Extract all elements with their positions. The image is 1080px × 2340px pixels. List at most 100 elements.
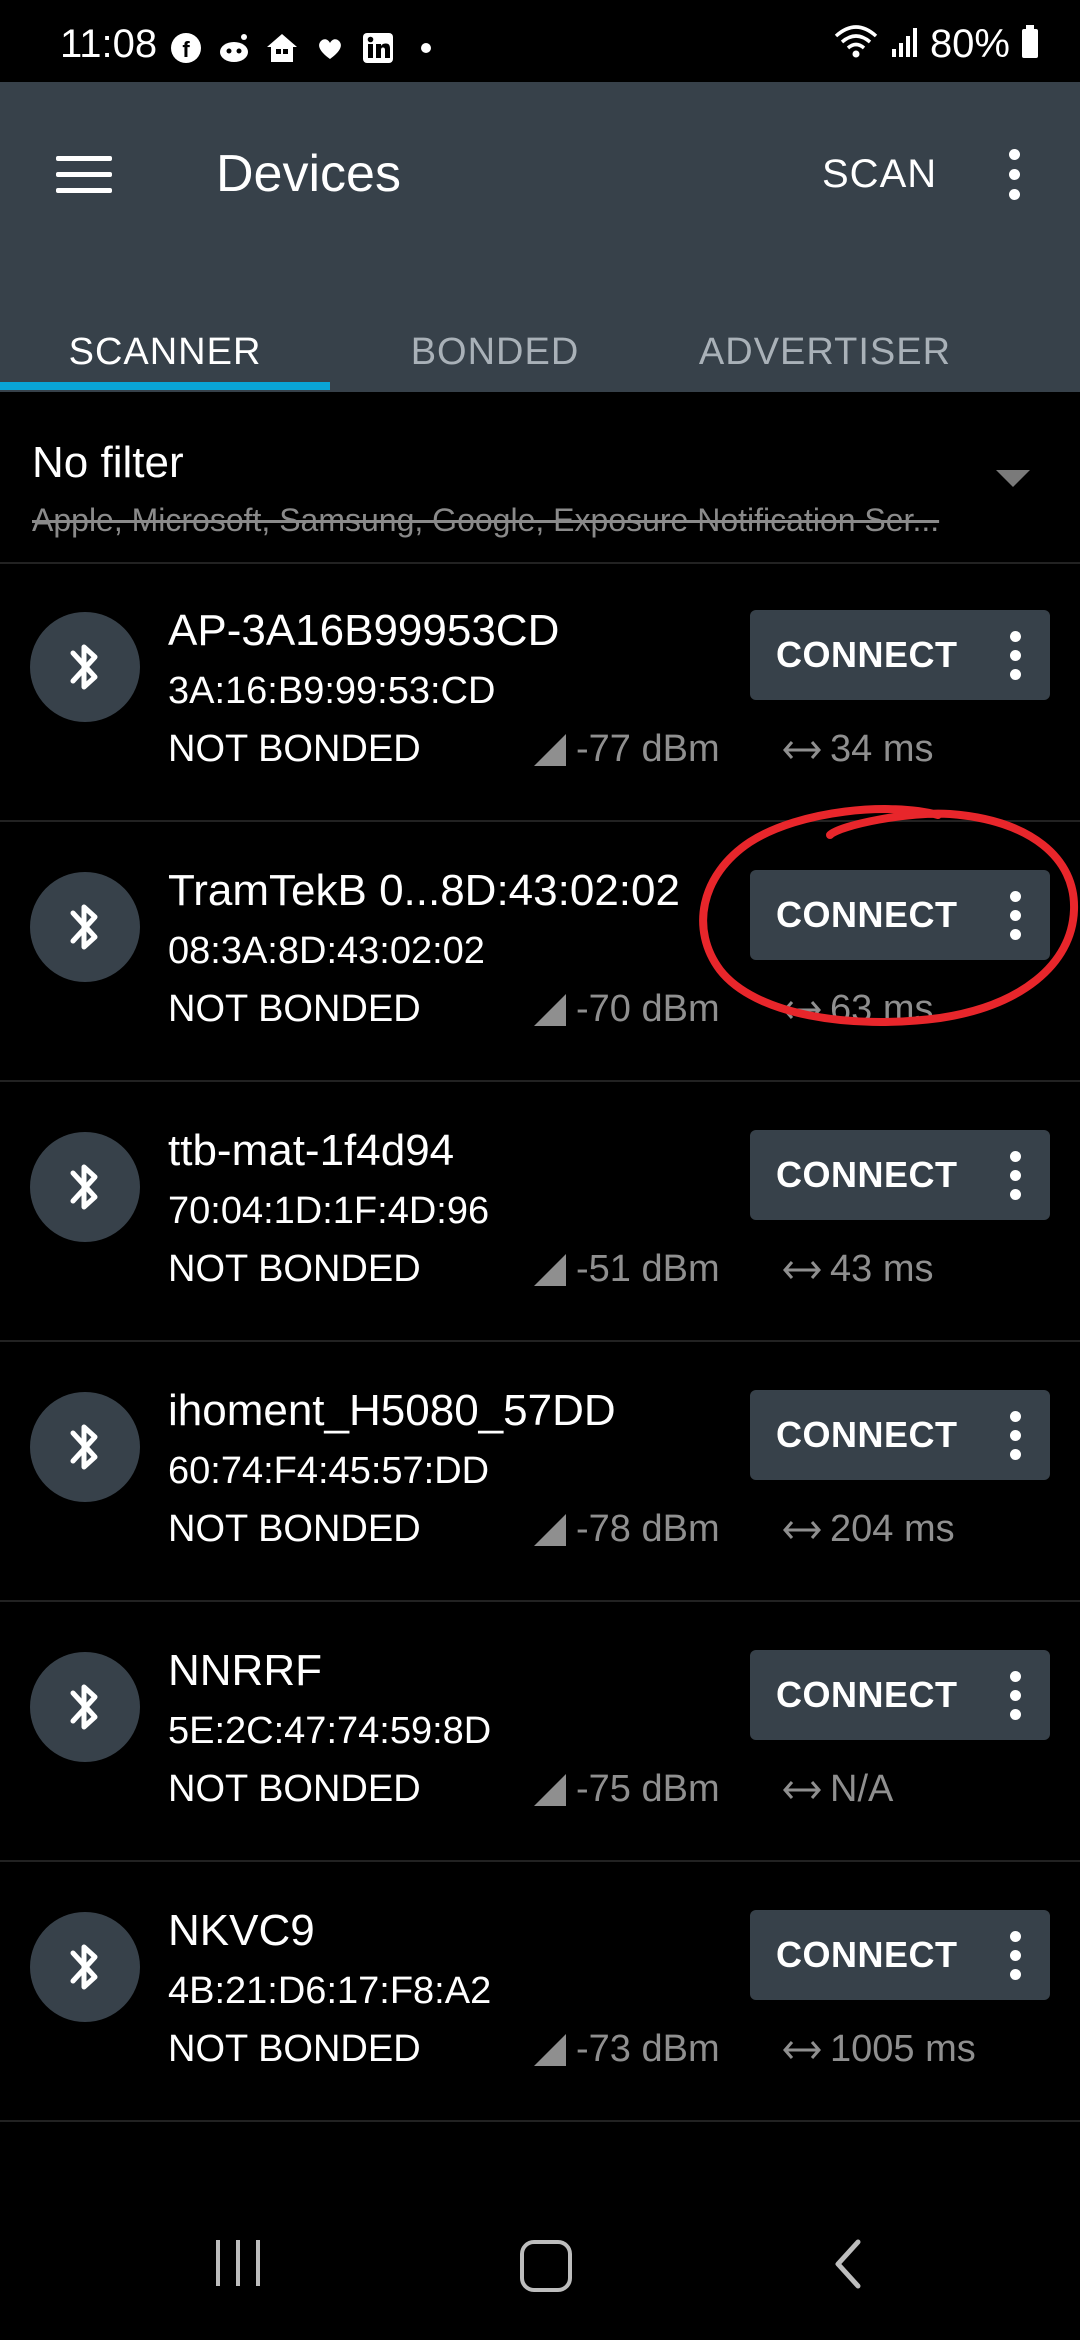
signal-strength-icon (534, 1253, 566, 1286)
recents-icon[interactable] (216, 2240, 260, 2286)
advertising-interval: 204 ms (782, 1508, 955, 1551)
interval-arrows-icon (783, 1780, 821, 1799)
interval-value: 204 ms (830, 1508, 955, 1550)
connect-button[interactable]: CONNECT (750, 1910, 1050, 2000)
status-bar: 11:08 f 80% (0, 0, 1080, 82)
menu-icon[interactable] (44, 134, 124, 214)
device-address: 3A:16:B9:99:53:CD (168, 670, 496, 712)
tab-advertiser[interactable]: ADVERTISER (660, 312, 990, 392)
rssi: -75 dBm (532, 1768, 720, 1811)
scan-button[interactable]: SCAN (822, 134, 937, 214)
back-icon[interactable] (830, 2236, 866, 2292)
device-more-icon[interactable] (1000, 610, 1030, 700)
device-row[interactable]: ttb-mat-1f4d94 70:04:1D:1F:4D:96 NOT BON… (0, 1082, 1080, 1342)
rssi: -78 dBm (532, 1508, 720, 1551)
connect-button[interactable]: CONNECT (750, 870, 1050, 960)
bluetooth-icon (30, 1132, 140, 1242)
bluetooth-icon (30, 1652, 140, 1762)
battery-level: 80% (929, 22, 1010, 66)
battery-icon (1020, 24, 1040, 65)
interval-arrows-icon (783, 1000, 821, 1019)
advertising-interval: 34 ms (782, 728, 933, 771)
system-status: 80% (832, 22, 1040, 67)
device-address: 70:04:1D:1F:4D:96 (168, 1190, 490, 1232)
device-row[interactable]: TramTekB 0...8D:43:02:02 08:3A:8D:43:02:… (0, 822, 1080, 1082)
connect-label: CONNECT (776, 1674, 958, 1715)
bond-state: NOT BONDED (168, 1248, 421, 1290)
svg-text:f: f (182, 37, 190, 62)
connect-button[interactable]: CONNECT (750, 1130, 1050, 1220)
rssi-value: -73 dBm (576, 2028, 720, 2070)
connect-button[interactable]: CONNECT (750, 1650, 1050, 1740)
advertising-interval: 1005 ms (782, 2028, 976, 2071)
home-button-icon[interactable] (520, 2240, 572, 2292)
rssi: -70 dBm (532, 988, 720, 1031)
device-row[interactable]: AP-3A16B99953CD 3A:16:B9:99:53:CD NOT BO… (0, 562, 1080, 822)
connect-button[interactable]: CONNECT (750, 1390, 1050, 1480)
rssi-value: -78 dBm (576, 1508, 720, 1550)
signal-strength-icon (534, 1513, 566, 1546)
tab-scanner[interactable]: SCANNER (0, 312, 330, 392)
bluetooth-icon (30, 1912, 140, 2022)
connect-label: CONNECT (776, 894, 958, 935)
bond-state: NOT BONDED (168, 988, 421, 1030)
interval-value: N/A (830, 1768, 894, 1810)
connect-label: CONNECT (776, 1934, 958, 1975)
rssi-value: -77 dBm (576, 728, 720, 770)
advertising-interval: N/A (782, 1768, 893, 1811)
device-name: ttb-mat-1f4d94 (168, 1126, 455, 1175)
device-row[interactable]: NNRRF 5E:2C:47:74:59:8D NOT BONDED -75 d… (0, 1602, 1080, 1862)
navigation-bar (0, 2190, 1080, 2340)
device-row[interactable]: NKVC9 4B:21:D6:17:F8:A2 NOT BONDED -73 d… (0, 1862, 1080, 2122)
device-name: NNRRF (168, 1646, 322, 1695)
signal-strength-icon (534, 733, 566, 766)
heart-icon (312, 30, 348, 66)
notification-icons: f (168, 30, 444, 66)
app-bar: Devices SCAN SCANNER BONDED ADVERTISER (0, 82, 1080, 392)
device-more-icon[interactable] (1000, 870, 1030, 960)
tab-indicator (0, 382, 330, 390)
bond-state: NOT BONDED (168, 728, 421, 770)
interval-value: 34 ms (830, 728, 934, 770)
status-time: 11:08 (60, 22, 158, 66)
device-row[interactable]: ihoment_H5080_57DD 60:74:F4:45:57:DD NOT… (0, 1342, 1080, 1602)
device-more-icon[interactable] (1000, 1130, 1030, 1220)
page-title: Devices (216, 145, 401, 203)
home-icon (264, 30, 300, 66)
filter-selector[interactable]: No filter Apple, Microsoft, Samsung, Goo… (0, 392, 1080, 564)
device-address: 60:74:F4:45:57:DD (168, 1450, 490, 1492)
filter-title: No filter (32, 438, 184, 487)
interval-arrows-icon (783, 740, 821, 759)
wifi-icon (832, 24, 880, 65)
bluetooth-icon (30, 872, 140, 982)
interval-arrows-icon (783, 2040, 821, 2059)
interval-arrows-icon (783, 1520, 821, 1539)
device-more-icon[interactable] (1000, 1910, 1030, 2000)
connect-label: CONNECT (776, 634, 958, 675)
dot-icon (408, 30, 444, 66)
tab-bonded[interactable]: BONDED (330, 312, 660, 392)
tab-bar: SCANNER BONDED ADVERTISER (0, 312, 1080, 392)
interval-value: 43 ms (830, 1248, 934, 1290)
device-name: ihoment_H5080_57DD (168, 1386, 616, 1435)
reddit-icon (216, 30, 252, 66)
interval-value: 1005 ms (830, 2028, 976, 2070)
device-list: AP-3A16B99953CD 3A:16:B9:99:53:CD NOT BO… (0, 562, 1080, 2122)
filter-subtitle: Apple, Microsoft, Samsung, Google, Expos… (32, 502, 940, 538)
connect-label: CONNECT (776, 1154, 958, 1195)
signal-strength-icon (534, 2033, 566, 2066)
device-more-icon[interactable] (1000, 1390, 1030, 1480)
signal-strength-icon (534, 1773, 566, 1806)
dropdown-arrow-icon[interactable] (996, 470, 1030, 487)
rssi-value: -75 dBm (576, 1768, 720, 1810)
facebook-icon: f (168, 30, 204, 66)
device-more-icon[interactable] (1000, 1650, 1030, 1740)
interval-arrows-icon (783, 1260, 821, 1279)
rssi-value: -51 dBm (576, 1248, 720, 1290)
bond-state: NOT BONDED (168, 1508, 421, 1550)
connect-button[interactable]: CONNECT (750, 610, 1050, 700)
linkedin-icon (360, 30, 396, 66)
advertising-interval: 63 ms (782, 988, 933, 1031)
more-options-icon[interactable] (990, 134, 1038, 214)
device-address: 08:3A:8D:43:02:02 (168, 930, 485, 972)
